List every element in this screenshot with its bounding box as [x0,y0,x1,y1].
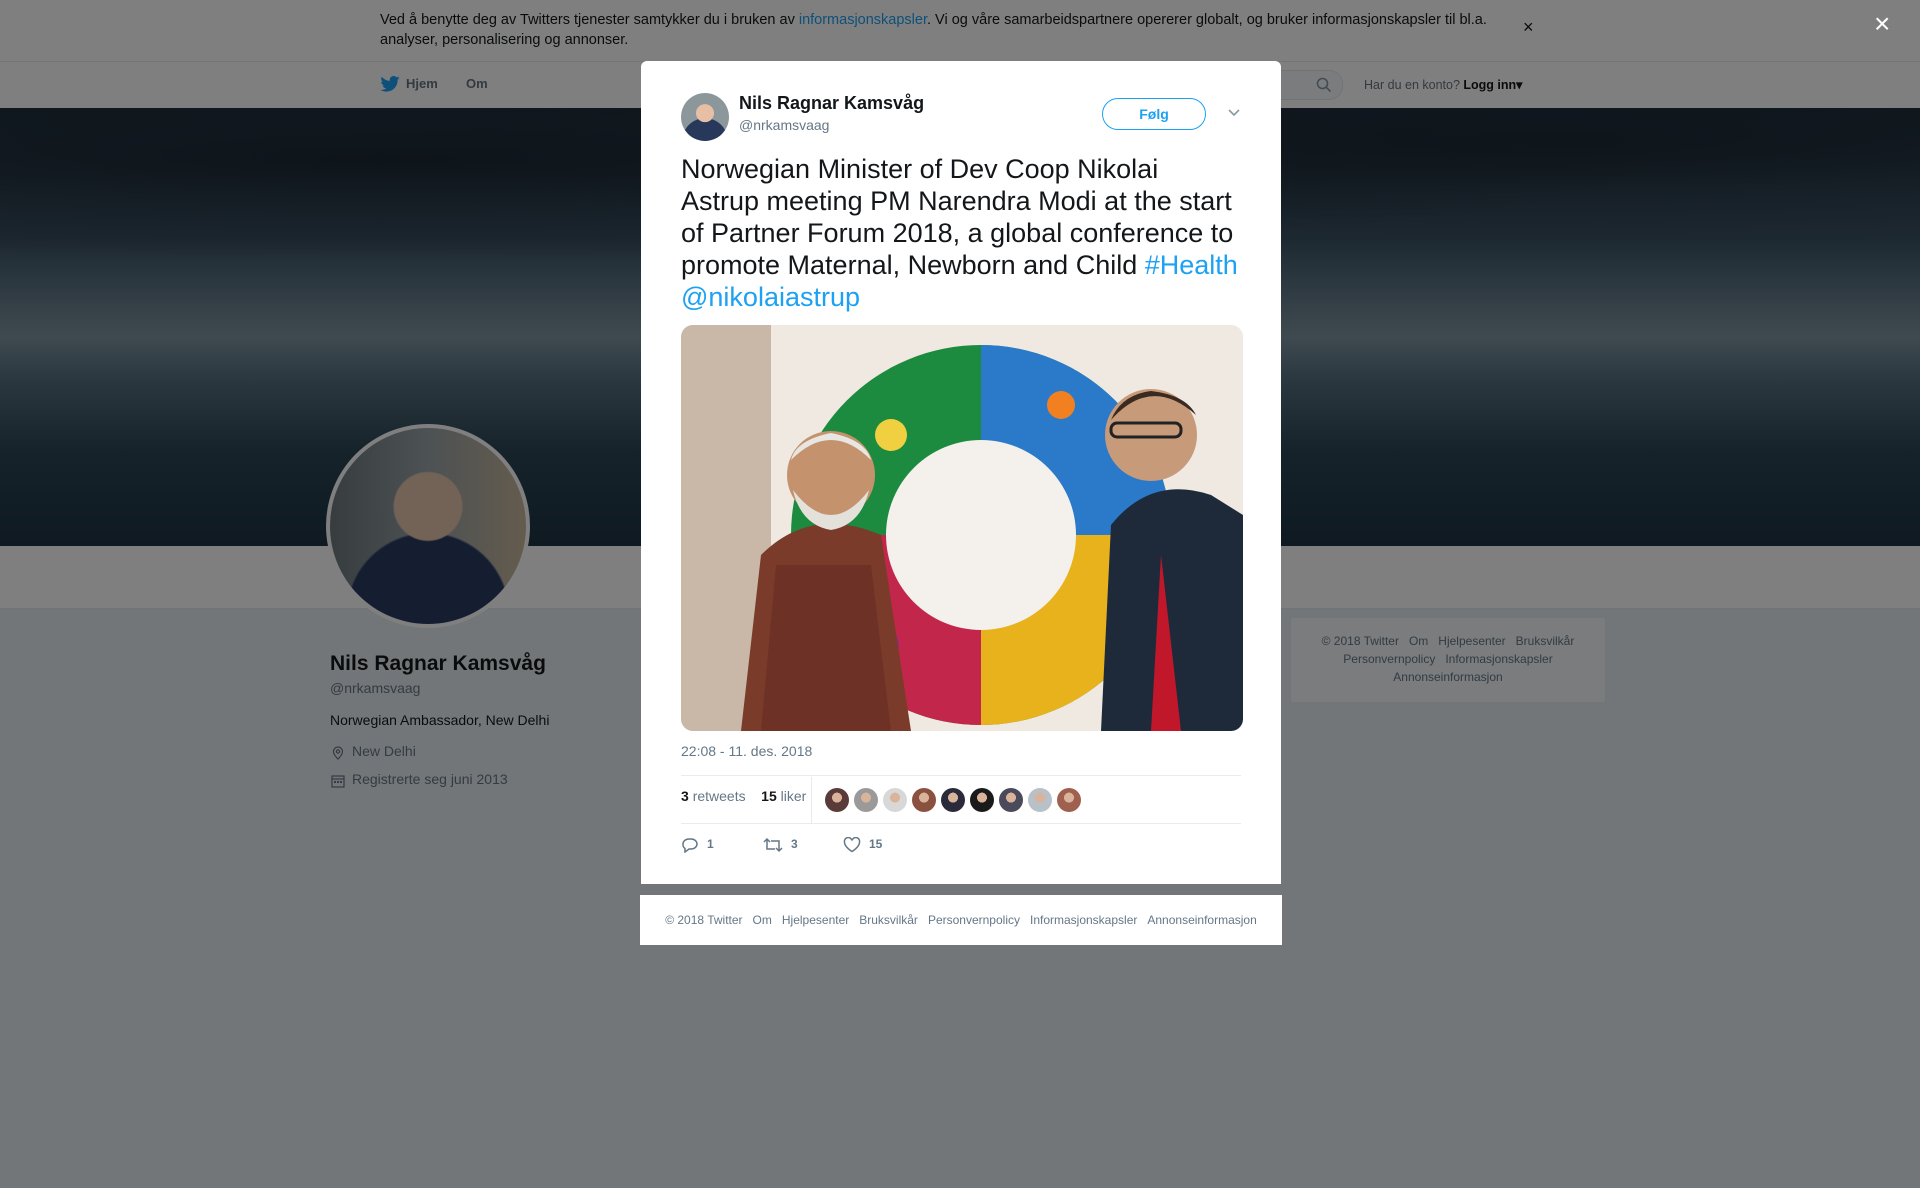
footer-copyright: © 2018 Twitter [665,913,743,927]
divider [681,775,1241,776]
liker-avatars [825,788,1086,814]
follow-button[interactable]: Følg [1102,98,1206,130]
liker-avatar[interactable] [883,788,907,812]
footer-link-terms[interactable]: Bruksvilkår [859,913,918,927]
close-modal-icon[interactable]: × [1874,10,1890,38]
liker-avatar[interactable] [941,788,965,812]
liker-avatar[interactable] [854,788,878,812]
retweet-button[interactable]: 3 [763,837,798,853]
divider [811,777,812,823]
liker-avatar[interactable] [970,788,994,812]
footer-link-cookies[interactable]: Informasjonskapsler [1030,913,1137,927]
retweet-icon [763,837,783,853]
liker-avatar[interactable] [912,788,936,812]
tweet-stats: 3 retweets 15 liker [681,788,806,804]
tweet-timestamp[interactable]: 22:08 - 11. des. 2018 [681,743,812,759]
tweet-modal: Nils Ragnar Kamsvåg @nrkamsvaag Følg Nor… [641,61,1281,884]
reply-button[interactable]: 1 [681,837,714,854]
hashtag-link[interactable]: #Health [1145,250,1238,280]
tweet-author-avatar[interactable] [681,93,729,141]
tweet-author-name[interactable]: Nils Ragnar Kamsvåg [739,93,924,114]
tweet-author-handle[interactable]: @nrkamsvaag [739,117,829,133]
tweet-photo-illustration [681,325,1243,731]
footer-link-about[interactable]: Om [753,913,772,927]
heart-icon [843,836,861,853]
liker-avatar[interactable] [1057,788,1081,812]
liker-avatar[interactable] [825,788,849,812]
footer-link-privacy[interactable]: Personvernpolicy [928,913,1020,927]
modal-footer: © 2018 Twitter Om Hjelpesenter Bruksvilkår P… [640,895,1282,945]
tweet-text: Norwegian Minister of Dev Coop Nikolai A… [681,154,1238,312]
mention-link[interactable]: @nikolaiastrup [681,282,860,312]
footer-link-help[interactable]: Hjelpesenter [782,913,849,927]
tweet-photo[interactable] [681,325,1243,731]
divider [681,823,1241,824]
liker-avatar[interactable] [1028,788,1052,812]
likes-stat[interactable]: 15 liker [761,788,806,804]
footer-link-ads[interactable]: Annonseinformasjon [1147,913,1256,927]
liker-avatar[interactable] [999,788,1023,812]
like-button[interactable]: 15 [843,836,882,853]
retweets-stat[interactable]: 3 retweets [681,788,746,804]
reply-icon [682,838,698,854]
chevron-down-icon[interactable] [1225,103,1243,121]
